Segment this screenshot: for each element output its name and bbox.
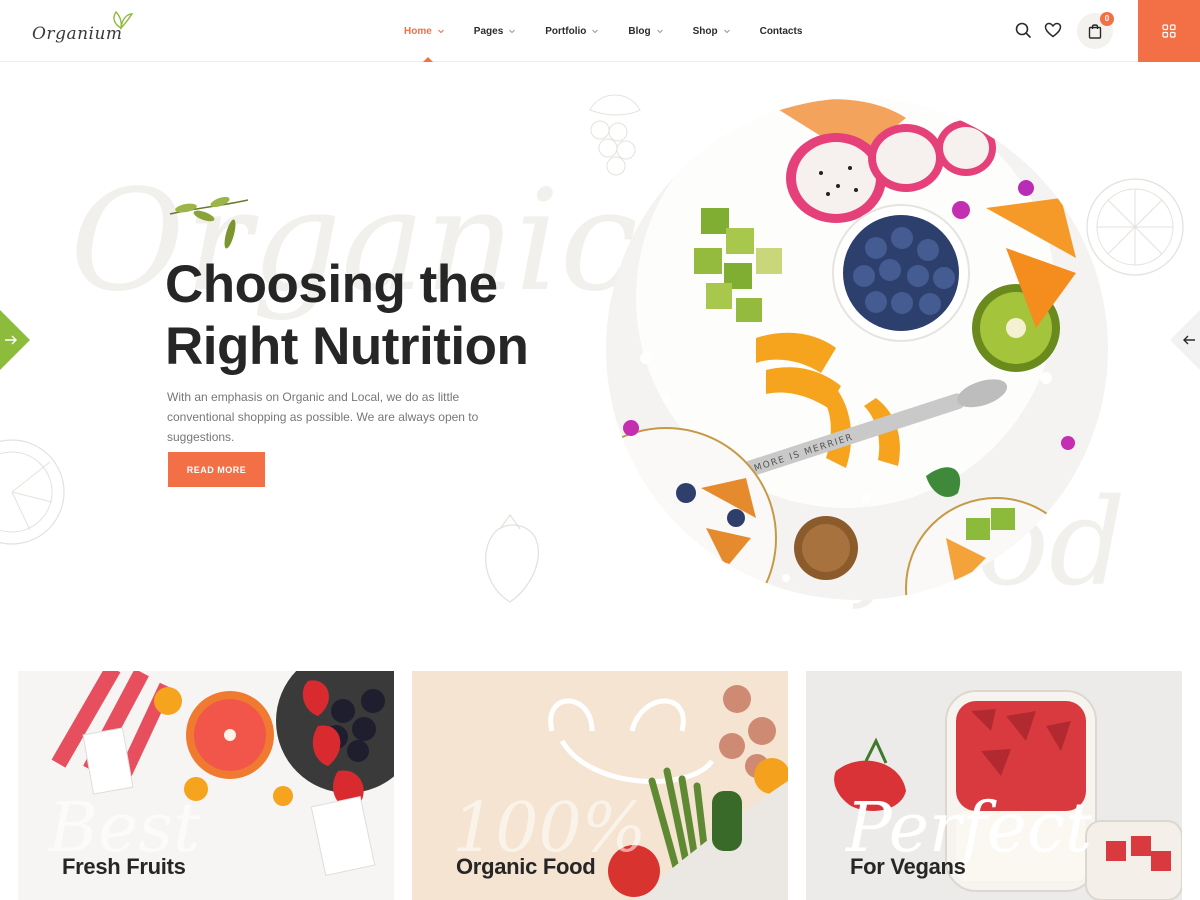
chevron-down-icon (592, 29, 599, 34)
menu-toggle-button[interactable] (1138, 0, 1200, 62)
citrus-sketch-icon (0, 439, 65, 545)
cart-count-badge: 0 (1100, 12, 1114, 26)
shopping-bag-icon (1088, 24, 1102, 39)
nav-item-blog[interactable]: Blog (628, 26, 663, 37)
nav-item-label: Shop (692, 25, 718, 37)
card-title: Fresh Fruits (62, 854, 186, 879)
nav-item-label: Home (404, 25, 432, 37)
site-header: Organium Home Pages Portfolio Blog Shop … (0, 0, 1200, 62)
chevron-down-icon (723, 29, 730, 34)
category-card-organic-food[interactable]: 100% Organic Food (412, 671, 788, 900)
hero-title-line: Right Nutrition (165, 317, 529, 376)
main-nav: Home Pages Portfolio Blog Shop Contacts (404, 0, 831, 62)
heart-icon[interactable] (1043, 20, 1063, 40)
nav-item-pages[interactable]: Pages (474, 26, 516, 37)
hero-description: With an emphasis on Organic and Local, w… (167, 390, 479, 444)
chevron-down-icon (437, 29, 444, 34)
olive-branch-icon (169, 196, 249, 249)
category-card-fresh-fruits[interactable]: Best Fresh Fruits (18, 671, 394, 900)
nav-item-label: Blog (628, 25, 651, 37)
read-more-button[interactable]: READ MORE (168, 452, 265, 487)
card-title: For Vegans (850, 854, 966, 879)
chevron-down-icon (509, 29, 516, 34)
grapes-sketch-icon (589, 94, 641, 176)
grid-menu-icon (1162, 24, 1176, 38)
logo-text: Organium (32, 24, 123, 44)
hero-slider: Organic food Choosing the Right Nutritio… (0, 62, 1200, 670)
lemon-slice-sketch-icon (1086, 178, 1184, 276)
nav-item-shop[interactable]: Shop (693, 26, 731, 37)
hero-title-line: Choosing the (165, 255, 498, 314)
chevron-down-icon (656, 29, 663, 34)
nav-item-portfolio[interactable]: Portfolio (545, 26, 599, 37)
strawberry-sketch-icon (485, 513, 540, 603)
hero-fruit-plate-image: MORE IS MERRIER (606, 98, 1108, 600)
slider-next-arrow[interactable] (0, 310, 30, 370)
slider-prev-arrow[interactable] (1170, 310, 1200, 370)
active-nav-indicator (423, 57, 433, 62)
card-title: Organic Food (456, 854, 596, 879)
nav-item-home[interactable]: Home (404, 26, 445, 37)
nav-item-label: Contacts (759, 25, 803, 37)
search-icon[interactable] (1013, 20, 1033, 40)
logo[interactable]: Organium (24, 10, 144, 52)
nav-item-label: Portfolio (545, 25, 587, 37)
nav-item-contacts[interactable]: Contacts (760, 26, 803, 37)
hero-title: Choosing the Right Nutrition (165, 254, 605, 378)
nav-item-label: Pages (473, 25, 504, 37)
category-card-for-vegans[interactable]: Perfect For Vegans (806, 671, 1182, 900)
